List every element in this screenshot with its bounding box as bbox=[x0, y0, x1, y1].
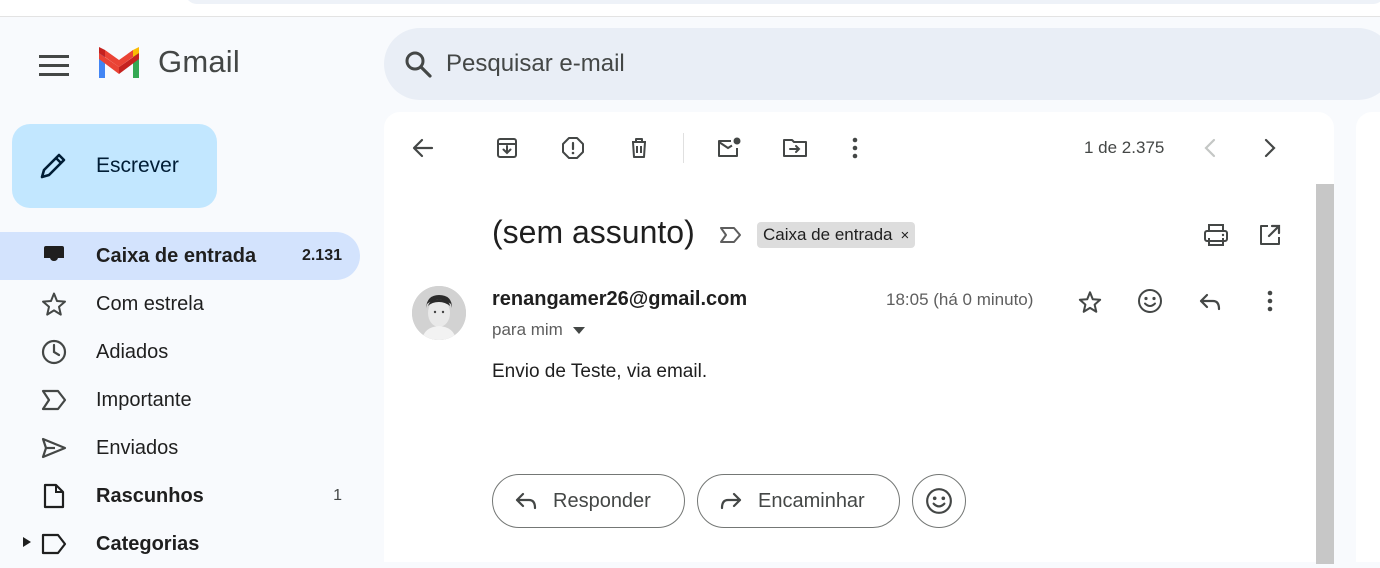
clock-icon bbox=[40, 338, 68, 366]
sidebar-item-label: Enviados bbox=[96, 436, 179, 459]
star-icon bbox=[40, 290, 68, 318]
archive-button[interactable] bbox=[487, 128, 527, 168]
gmail-wordmark: Gmail bbox=[158, 44, 240, 79]
chevron-right-icon bbox=[1264, 138, 1276, 158]
mark-unread-button[interactable] bbox=[709, 128, 749, 168]
emoji-reaction-button[interactable] bbox=[912, 474, 966, 528]
delete-icon bbox=[632, 138, 646, 158]
email-body: Envio de Teste, via email. bbox=[492, 361, 708, 382]
expand-arrow-icon[interactable] bbox=[22, 535, 34, 553]
unread-count: 2.131 bbox=[301, 247, 342, 264]
more-vert-icon bbox=[1267, 290, 1273, 312]
important-icon bbox=[40, 386, 68, 414]
open-in-new-icon bbox=[1260, 224, 1281, 245]
search-bar[interactable] bbox=[384, 28, 1380, 100]
reply-label: Responder bbox=[553, 489, 651, 512]
newer-button[interactable] bbox=[1190, 128, 1230, 168]
sender-address[interactable]: renangamer26@gmail.com bbox=[492, 288, 747, 311]
email-timestamp: 18:05 (há 0 minuto) bbox=[886, 290, 1034, 309]
chevron-left-icon bbox=[1204, 138, 1216, 158]
add-reaction-button[interactable] bbox=[1130, 281, 1170, 321]
browser-address-pill bbox=[185, 0, 1380, 4]
sidebar-item-label: Importante bbox=[96, 388, 192, 411]
draft-icon bbox=[40, 482, 68, 510]
main-menu-button[interactable] bbox=[30, 45, 78, 85]
mark-unread-icon bbox=[718, 137, 741, 157]
star-button[interactable] bbox=[1070, 282, 1110, 322]
reply-icon bbox=[513, 488, 539, 514]
delete-button[interactable] bbox=[619, 128, 659, 168]
gmail-m-icon bbox=[99, 47, 139, 78]
forward-button[interactable]: Encaminhar bbox=[697, 474, 900, 528]
emoji-icon bbox=[1138, 289, 1162, 313]
pencil-icon bbox=[38, 150, 70, 182]
pager-text: 1 de 2.375 bbox=[1084, 138, 1165, 157]
sidebar-item-drafts[interactable]: Rascunhos 1 bbox=[0, 472, 360, 520]
sidebar-item-label: Adiados bbox=[96, 340, 169, 363]
print-icon bbox=[1204, 224, 1228, 246]
recipient-label: para mim bbox=[492, 320, 563, 339]
more-vert-icon bbox=[852, 137, 858, 159]
remove-label-icon[interactable]: × bbox=[900, 227, 909, 244]
search-icon[interactable] bbox=[404, 50, 432, 78]
open-new-window-button[interactable] bbox=[1250, 215, 1290, 255]
sidebar-item-categories[interactable]: Categorias bbox=[0, 520, 360, 568]
reply-icon bbox=[1199, 293, 1221, 311]
sidebar-item-label: Com estrela bbox=[96, 292, 204, 315]
move-to-icon bbox=[783, 139, 807, 157]
archive-icon bbox=[497, 138, 517, 158]
hamburger-icon bbox=[39, 55, 69, 76]
sidebar-item-inbox[interactable]: Caixa de entrada 2.131 bbox=[0, 232, 360, 280]
more-options-button[interactable] bbox=[835, 128, 875, 168]
spam-icon bbox=[562, 137, 584, 159]
message-more-button[interactable] bbox=[1250, 281, 1290, 321]
recipient-details[interactable]: para mim bbox=[492, 320, 585, 340]
emoji-icon bbox=[926, 488, 952, 514]
sidebar-item-snoozed[interactable]: Adiados bbox=[0, 328, 360, 376]
older-button[interactable] bbox=[1250, 128, 1290, 168]
scrollbar[interactable] bbox=[1316, 184, 1334, 564]
sidebar-item-sent[interactable]: Enviados bbox=[0, 424, 360, 472]
sidebar-nav: Caixa de entrada 2.131 Com estrela Adiad… bbox=[0, 232, 360, 568]
sidebar-item-label: Caixa de entrada bbox=[96, 244, 257, 267]
label-chip[interactable]: Caixa de entrada × bbox=[757, 222, 916, 248]
star-icon bbox=[1078, 291, 1102, 313]
compose-button[interactable]: Escrever bbox=[12, 124, 217, 208]
sidebar-item-starred[interactable]: Com estrela bbox=[0, 280, 360, 328]
forward-icon bbox=[718, 488, 744, 514]
send-icon bbox=[40, 434, 68, 462]
browser-top-strip bbox=[0, 0, 1380, 17]
chevron-down-icon bbox=[572, 326, 585, 334]
search-input[interactable] bbox=[444, 49, 1148, 79]
email-subject: (sem assunto) bbox=[492, 214, 695, 250]
label-icon bbox=[40, 530, 68, 558]
print-button[interactable] bbox=[1196, 215, 1236, 255]
compose-label: Escrever bbox=[96, 154, 179, 177]
reply-button[interactable]: Responder bbox=[492, 474, 685, 528]
draft-count: 1 bbox=[333, 487, 342, 504]
sidebar-item-label: Categorias bbox=[96, 532, 200, 555]
back-icon bbox=[412, 138, 434, 158]
toolbar-divider bbox=[683, 133, 684, 163]
reply-icon-button[interactable] bbox=[1190, 282, 1230, 322]
report-spam-button[interactable] bbox=[553, 128, 593, 168]
label-chip-text: Caixa de entrada bbox=[763, 225, 893, 244]
inbox-icon bbox=[40, 242, 68, 270]
side-panel bbox=[1356, 112, 1380, 562]
move-to-button[interactable] bbox=[775, 128, 815, 168]
sidebar-item-label: Rascunhos bbox=[96, 484, 204, 507]
sender-avatar[interactable] bbox=[412, 286, 466, 340]
sidebar-item-important[interactable]: Importante bbox=[0, 376, 360, 424]
importance-marker-icon[interactable] bbox=[718, 222, 744, 248]
back-button[interactable] bbox=[403, 128, 443, 168]
gmail-logo[interactable]: Gmail bbox=[96, 44, 240, 80]
forward-label: Encaminhar bbox=[758, 489, 865, 512]
